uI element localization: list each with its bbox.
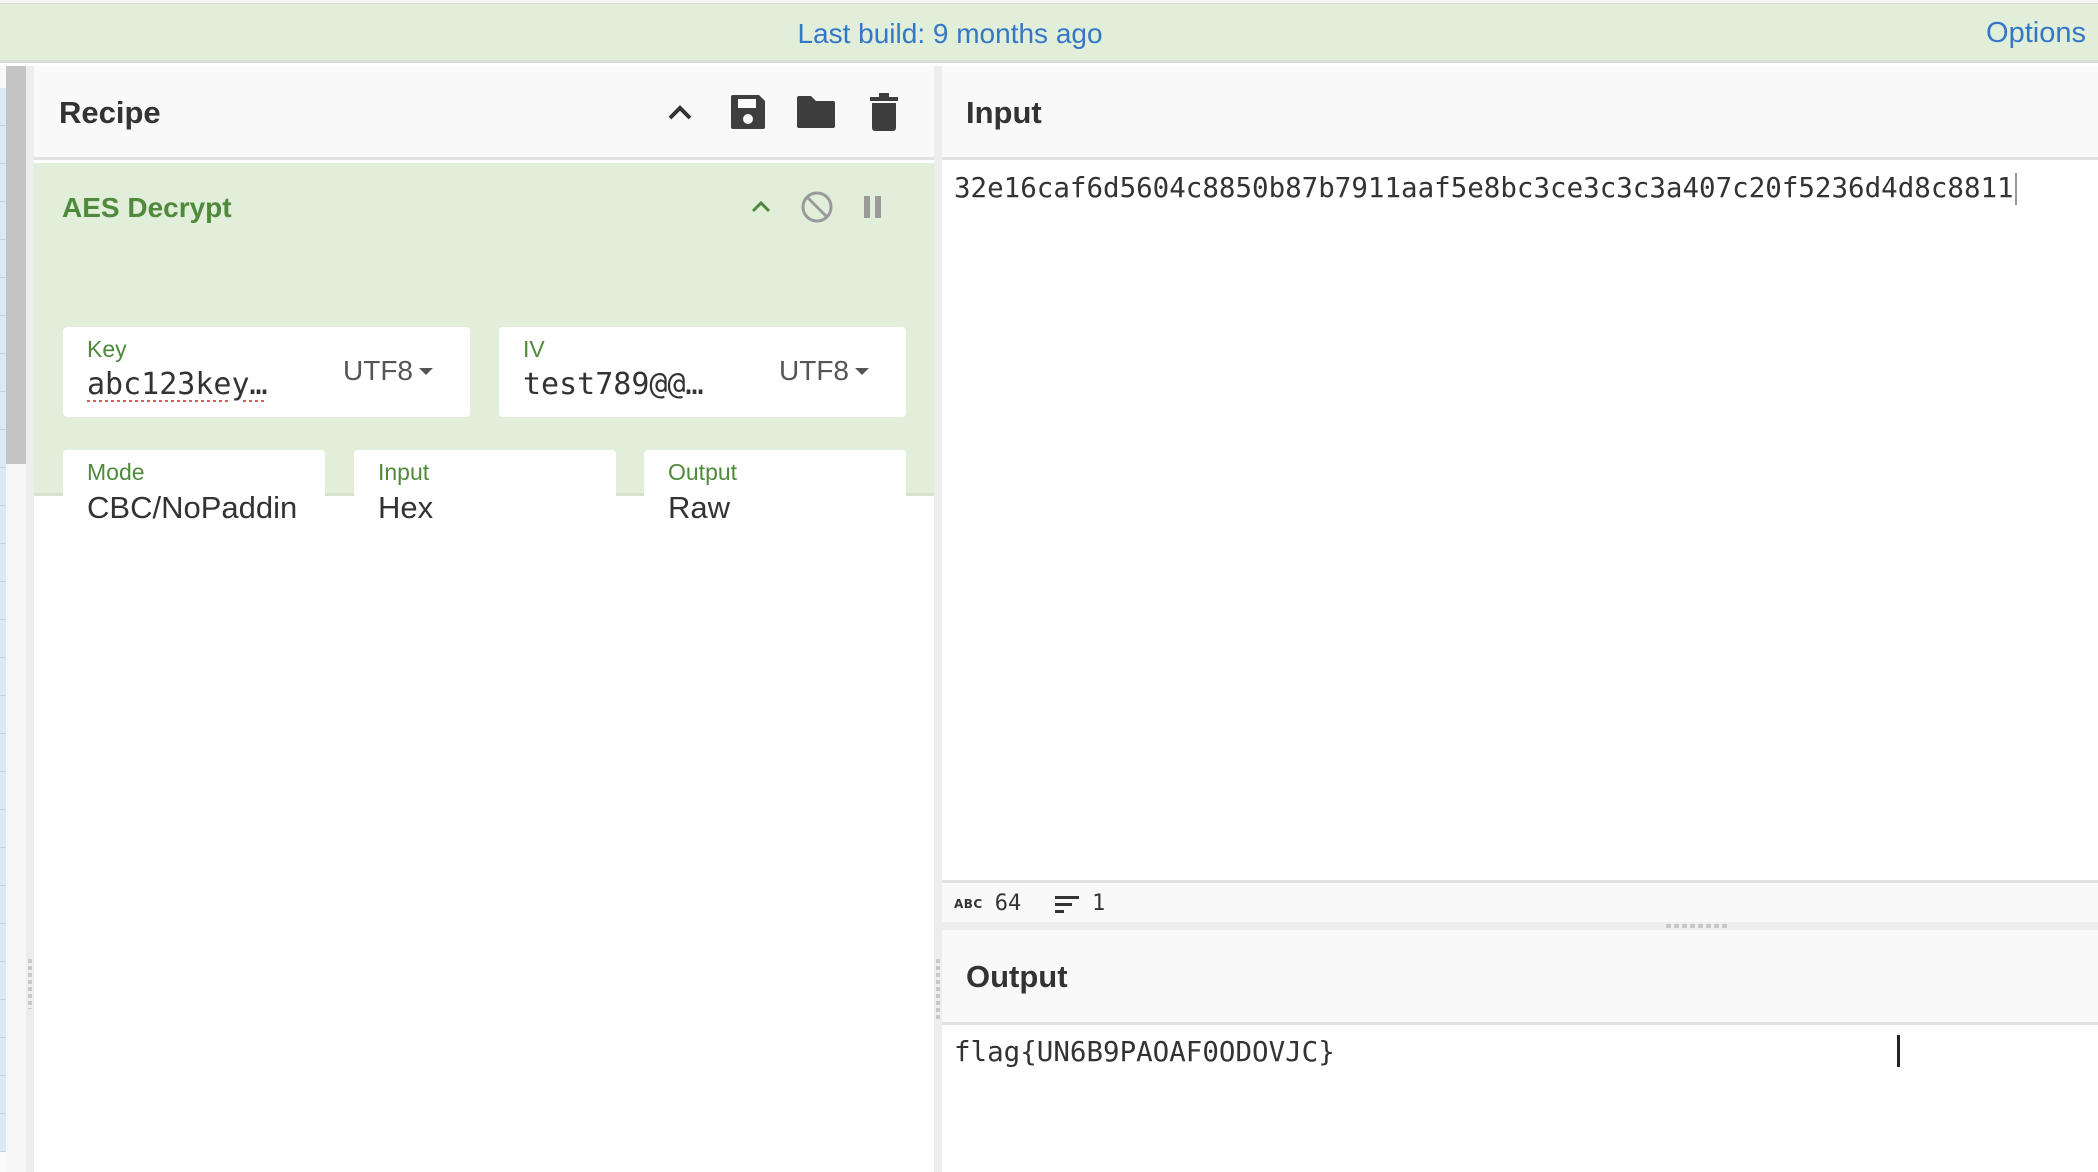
input-pane: Input 32e16caf6d5604c8850b87b7911aaf5e8b… <box>942 66 2098 920</box>
operation-title: AES Decrypt <box>62 192 232 223</box>
output-header: Output <box>942 930 2098 1025</box>
iv-input[interactable]: test789@@… <box>523 367 728 402</box>
input-status-bar: ABC 64 1 <box>942 880 2098 922</box>
input-format-label: Input <box>378 459 430 485</box>
input-lines-value: 1 <box>1092 891 1106 916</box>
input-text-content[interactable]: 32e16caf6d5604c8850b87b7911aaf5e8bc3ce3c… <box>954 172 2014 204</box>
output-title: Output <box>966 959 1068 994</box>
recipe-panel: Recipe AES Decrypt Key abc123key… UTF8 I… <box>34 66 934 1172</box>
output-pane: Output flag{UN6B9PAOAF0ODOVJC} <box>942 930 2098 1172</box>
resizer-grip[interactable] <box>28 959 32 1009</box>
input-format-field[interactable]: Input Hex <box>354 450 616 533</box>
recipe-io-resizer[interactable] <box>934 66 942 1172</box>
iv-label: IV <box>523 336 545 362</box>
save-icon[interactable] <box>726 90 770 134</box>
text-cursor <box>1897 1035 1900 1067</box>
key-label: Key <box>87 336 127 362</box>
operations-recipe-resizer[interactable] <box>26 66 34 1172</box>
input-length-stat: ABC 64 <box>954 883 1021 925</box>
recipe-header: Recipe <box>34 66 934 160</box>
mode-select[interactable]: CBC/NoPaddin <box>87 490 317 526</box>
mode-field[interactable]: Mode CBC/NoPaddin <box>63 450 325 533</box>
options-link[interactable]: Options <box>1986 4 2086 63</box>
trash-icon[interactable] <box>862 90 906 134</box>
abc-icon: ABC <box>954 897 983 911</box>
input-format-select[interactable]: Hex <box>378 490 433 526</box>
folder-icon[interactable] <box>794 90 838 134</box>
input-title: Input <box>966 95 1042 130</box>
input-lines-stat: 1 <box>1054 883 1105 925</box>
input-output-resizer[interactable] <box>942 922 2098 930</box>
output-format-select[interactable]: Raw <box>668 490 730 526</box>
key-encoding-value[interactable]: UTF8 <box>343 355 413 387</box>
iv-encoding-dropdown[interactable]: UTF8 <box>779 355 869 387</box>
output-format-label: Output <box>668 459 738 485</box>
chevron-up-icon[interactable] <box>741 185 781 229</box>
input-header: Input <box>942 66 2098 160</box>
key-field[interactable]: Key abc123key… UTF8 <box>63 327 470 417</box>
lines-icon <box>1055 896 1079 913</box>
iv-encoding-value[interactable]: UTF8 <box>779 355 849 387</box>
notice-banner: Last build: 9 months ago Options <box>0 4 2098 63</box>
last-build-link[interactable]: Last build: 9 months ago <box>0 4 1900 63</box>
input-textarea[interactable]: 32e16caf6d5604c8850b87b7911aaf5e8bc3ce3c… <box>954 168 2017 208</box>
iv-field[interactable]: IV test789@@… UTF8 <box>499 327 906 417</box>
recipe-title: Recipe <box>59 95 161 130</box>
breakpoint-icon[interactable] <box>853 185 893 229</box>
output-format-field[interactable]: Output Raw <box>644 450 906 533</box>
caret-down-icon <box>419 367 433 375</box>
input-length-value: 64 <box>994 891 1022 916</box>
chevron-up-icon[interactable] <box>658 90 702 134</box>
caret-down-icon <box>855 367 869 375</box>
key-input[interactable]: abc123key… <box>87 367 292 402</box>
text-cursor <box>2014 173 2017 205</box>
key-encoding-dropdown[interactable]: UTF8 <box>343 355 433 387</box>
resizer-grip[interactable] <box>1666 924 1730 928</box>
last-build-text[interactable]: Last build: 9 months ago <box>797 18 1102 49</box>
operation-aes-decrypt[interactable]: AES Decrypt Key abc123key… UTF8 IV test7… <box>34 163 934 533</box>
disable-icon[interactable] <box>797 185 837 229</box>
operations-scrollbar-thumb[interactable] <box>6 66 26 464</box>
resizer-grip[interactable] <box>936 959 940 1019</box>
mode-label: Mode <box>87 459 145 485</box>
output-text[interactable]: flag{UN6B9PAOAF0ODOVJC} <box>954 1032 1335 1072</box>
